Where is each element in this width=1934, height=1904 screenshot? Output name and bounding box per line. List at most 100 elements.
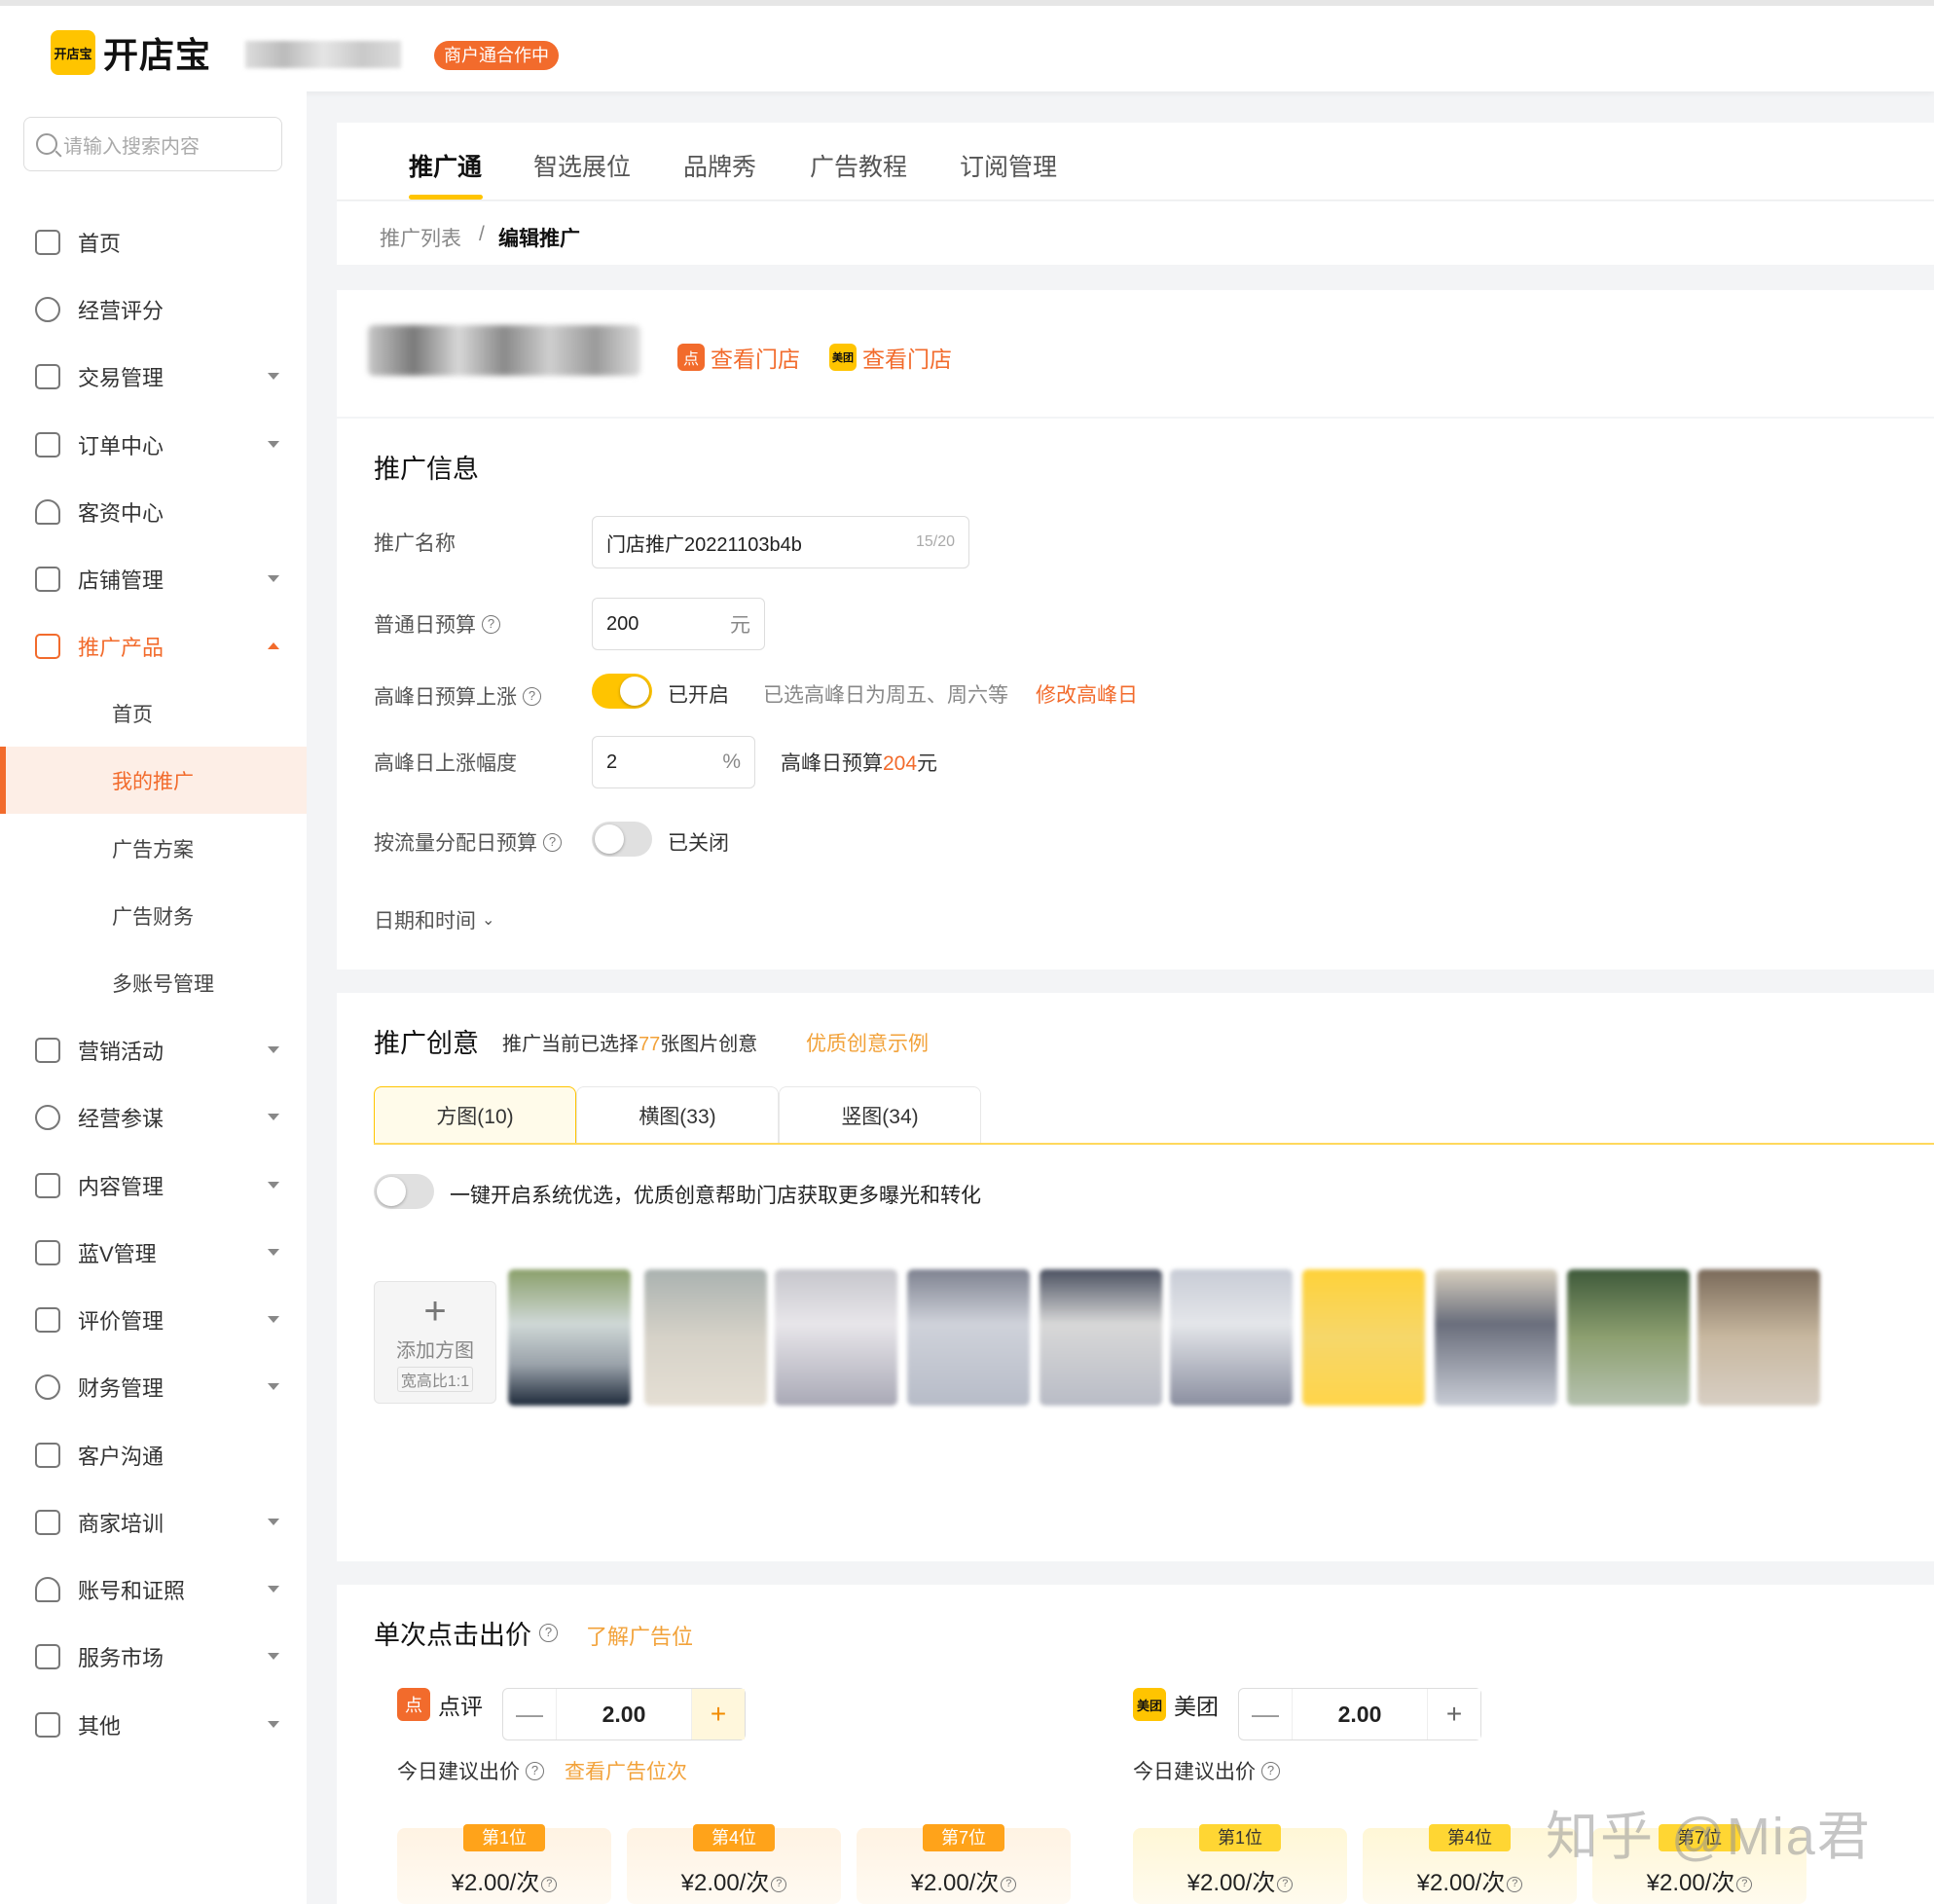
chevron-down-icon <box>268 373 279 380</box>
tab-portrait-images[interactable]: 竖图(34) <box>779 1086 981 1143</box>
help-icon[interactable]: ? <box>1261 1761 1280 1780</box>
plus-button[interactable]: + <box>692 1689 745 1739</box>
monitor-icon <box>35 229 60 255</box>
creative-section: 推广创意 推广当前已选择77张图片创意 优质创意示例 方图(10) 横图(33)… <box>337 993 1934 1561</box>
creative-image-thumbnail[interactable] <box>1302 1269 1425 1406</box>
dianping-platform-label: 点 点评 <box>397 1688 483 1721</box>
plus-button[interactable]: + <box>1428 1689 1480 1739</box>
creative-image-thumbnail[interactable] <box>508 1269 631 1406</box>
toggle-knob <box>377 1177 406 1206</box>
budget-label: 普通日预算? <box>374 609 500 639</box>
dianping-bid-value[interactable]: 2.00 <box>556 1689 692 1739</box>
creative-image-thumbnail[interactable] <box>1435 1269 1557 1406</box>
sidebar-subitem-my-promotion[interactable]: 我的推广 <box>0 747 307 814</box>
logo[interactable]: 开店宝 开店宝 <box>51 27 211 78</box>
tab-square-images[interactable]: 方图(10) <box>374 1086 576 1143</box>
sidebar-item-promotion[interactable]: 推广产品 <box>0 612 307 679</box>
minus-button[interactable]: — <box>1239 1689 1292 1739</box>
promotion-name-input[interactable]: 门店推广20221103b4b 15/20 <box>592 516 969 568</box>
sidebar-item-customers[interactable]: 客资中心 <box>0 478 307 545</box>
search-icon <box>36 133 57 155</box>
sidebar-subitem-home[interactable]: 首页 <box>0 679 307 747</box>
creative-image-thumbnail[interactable] <box>1040 1269 1162 1406</box>
sidebar-item-reviews[interactable]: 评价管理 <box>0 1286 307 1353</box>
sidebar-item-store[interactable]: 店铺管理 <box>0 545 307 612</box>
auto-optimize-toggle[interactable] <box>374 1174 434 1209</box>
learn-ad-slots-link[interactable]: 了解广告位 <box>586 1620 693 1651</box>
sidebar-item-training[interactable]: 商家培训 <box>0 1488 307 1556</box>
sidebar-item-score[interactable]: 经营评分 <box>0 275 307 343</box>
help-icon[interactable]: ? <box>482 614 500 634</box>
chevron-down-icon <box>268 1249 279 1256</box>
sidebar-subitem-ad-finance[interactable]: 广告财务 <box>0 882 307 949</box>
minus-button[interactable]: — <box>503 1689 556 1739</box>
sidebar-item-communication[interactable]: 客户沟通 <box>0 1421 307 1488</box>
meituan-icon: 美团 <box>1133 1688 1166 1721</box>
rise-percent-input[interactable]: 2 % <box>592 736 755 788</box>
daily-budget-input[interactable]: 200 元 <box>592 598 765 650</box>
graduation-icon <box>35 1509 60 1535</box>
datetime-expander[interactable]: 日期和时间 ⌄ <box>374 905 494 934</box>
peak-budget-toggle[interactable] <box>592 674 652 709</box>
section-title: 单次点击出价? <box>374 1614 558 1652</box>
help-icon[interactable]: ? <box>526 1761 544 1780</box>
view-ad-rank-link[interactable]: 查看广告位次 <box>565 1756 687 1785</box>
meituan-platform-label: 美团 美团 <box>1133 1688 1219 1721</box>
creative-example-link[interactable]: 优质创意示例 <box>806 1028 929 1057</box>
creative-image-thumbnail[interactable] <box>644 1269 767 1406</box>
tab-ad-tutorial[interactable]: 广告教程 <box>810 148 907 183</box>
meituan-bid-value[interactable]: 2.00 <box>1292 1689 1428 1739</box>
merchant-name-blurred <box>245 41 401 68</box>
creative-image-thumbnail[interactable] <box>1170 1269 1293 1406</box>
help-icon[interactable]: ? <box>523 686 541 706</box>
sidebar-subitem-multi-account[interactable]: 多账号管理 <box>0 949 307 1016</box>
meituan-view-store-link[interactable]: 美团 查看门店 <box>829 341 952 374</box>
sidebar-item-market[interactable]: 服务市场 <box>0 1623 307 1690</box>
help-icon[interactable]: ? <box>539 1624 558 1642</box>
breadcrumb-parent[interactable]: 推广列表 <box>380 223 461 252</box>
char-count: 15/20 <box>915 533 955 550</box>
creative-image-thumbnail[interactable] <box>1697 1269 1820 1406</box>
sidebar-item-other[interactable]: 其他 <box>0 1691 307 1758</box>
merchant-status-badge: 商户通合作中 <box>434 41 559 70</box>
chevron-down-icon: ⌄ <box>482 912 495 929</box>
tab-subscription[interactable]: 订阅管理 <box>960 148 1057 183</box>
auto-optimize-text: 一键开启系统优选，优质创意帮助门店获取更多曝光和转化 <box>450 1185 981 1207</box>
dianping-bid-stepper[interactable]: — 2.00 + <box>502 1688 746 1740</box>
tab-zhixuan[interactable]: 智选展位 <box>533 148 631 183</box>
sidebar-item-content[interactable]: 内容管理 <box>0 1152 307 1219</box>
help-icon: ? <box>1277 1876 1294 1892</box>
meituan-bid-stepper[interactable]: — 2.00 + <box>1238 1688 1481 1740</box>
tab-landscape-images[interactable]: 横图(33) <box>576 1086 779 1143</box>
megaphone-icon <box>35 633 60 659</box>
traffic-budget-toggle[interactable] <box>592 822 652 857</box>
edit-peak-days-link[interactable]: 修改高峰日 <box>1036 679 1138 709</box>
meituan-icon: 美团 <box>829 344 857 371</box>
chevron-up-icon <box>268 642 279 649</box>
add-square-image-button[interactable]: + 添加方图 宽高比1:1 <box>374 1281 496 1404</box>
sidebar-item-marketing[interactable]: 营销活动 <box>0 1016 307 1083</box>
search-input[interactable]: 请输入搜索内容 <box>23 117 282 171</box>
breadcrumb-current: 编辑推广 <box>498 228 580 250</box>
toggle-knob <box>595 824 624 854</box>
sidebar-item-finance[interactable]: 财务管理 <box>0 1353 307 1420</box>
tab-brand-show[interactable]: 品牌秀 <box>683 148 756 183</box>
sidebar-item-account[interactable]: 账号和证照 <box>0 1556 307 1623</box>
tab-tuiguangtong[interactable]: 推广通 <box>409 148 482 183</box>
sidebar-item-advisor[interactable]: 经营参谋 <box>0 1083 307 1151</box>
breadcrumb-separator: / <box>479 223 485 245</box>
dianping-view-store-link[interactable]: 点 查看门店 <box>677 341 800 374</box>
plus-icon: + <box>423 1289 447 1333</box>
help-icon[interactable]: ? <box>543 832 562 852</box>
promotion-info-section: 推广信息 推广名称 门店推广20221103b4b 15/20 普通日预算? 2… <box>337 419 1934 970</box>
sidebar-item-orders[interactable]: 订单中心 <box>0 411 307 478</box>
sidebar-item-bluev[interactable]: 蓝V管理 <box>0 1219 307 1286</box>
sidebar-subitem-ad-plan[interactable]: 广告方案 <box>0 815 307 882</box>
sidebar-item-home[interactable]: 首页 <box>0 208 307 275</box>
traffic-state: 已关闭 <box>668 832 729 855</box>
sidebar-item-trade[interactable]: 交易管理 <box>0 343 307 410</box>
creative-image-thumbnail[interactable] <box>907 1269 1030 1406</box>
content-icon <box>35 1172 60 1198</box>
creative-image-thumbnail[interactable] <box>1567 1269 1690 1406</box>
creative-image-thumbnail[interactable] <box>775 1269 897 1406</box>
